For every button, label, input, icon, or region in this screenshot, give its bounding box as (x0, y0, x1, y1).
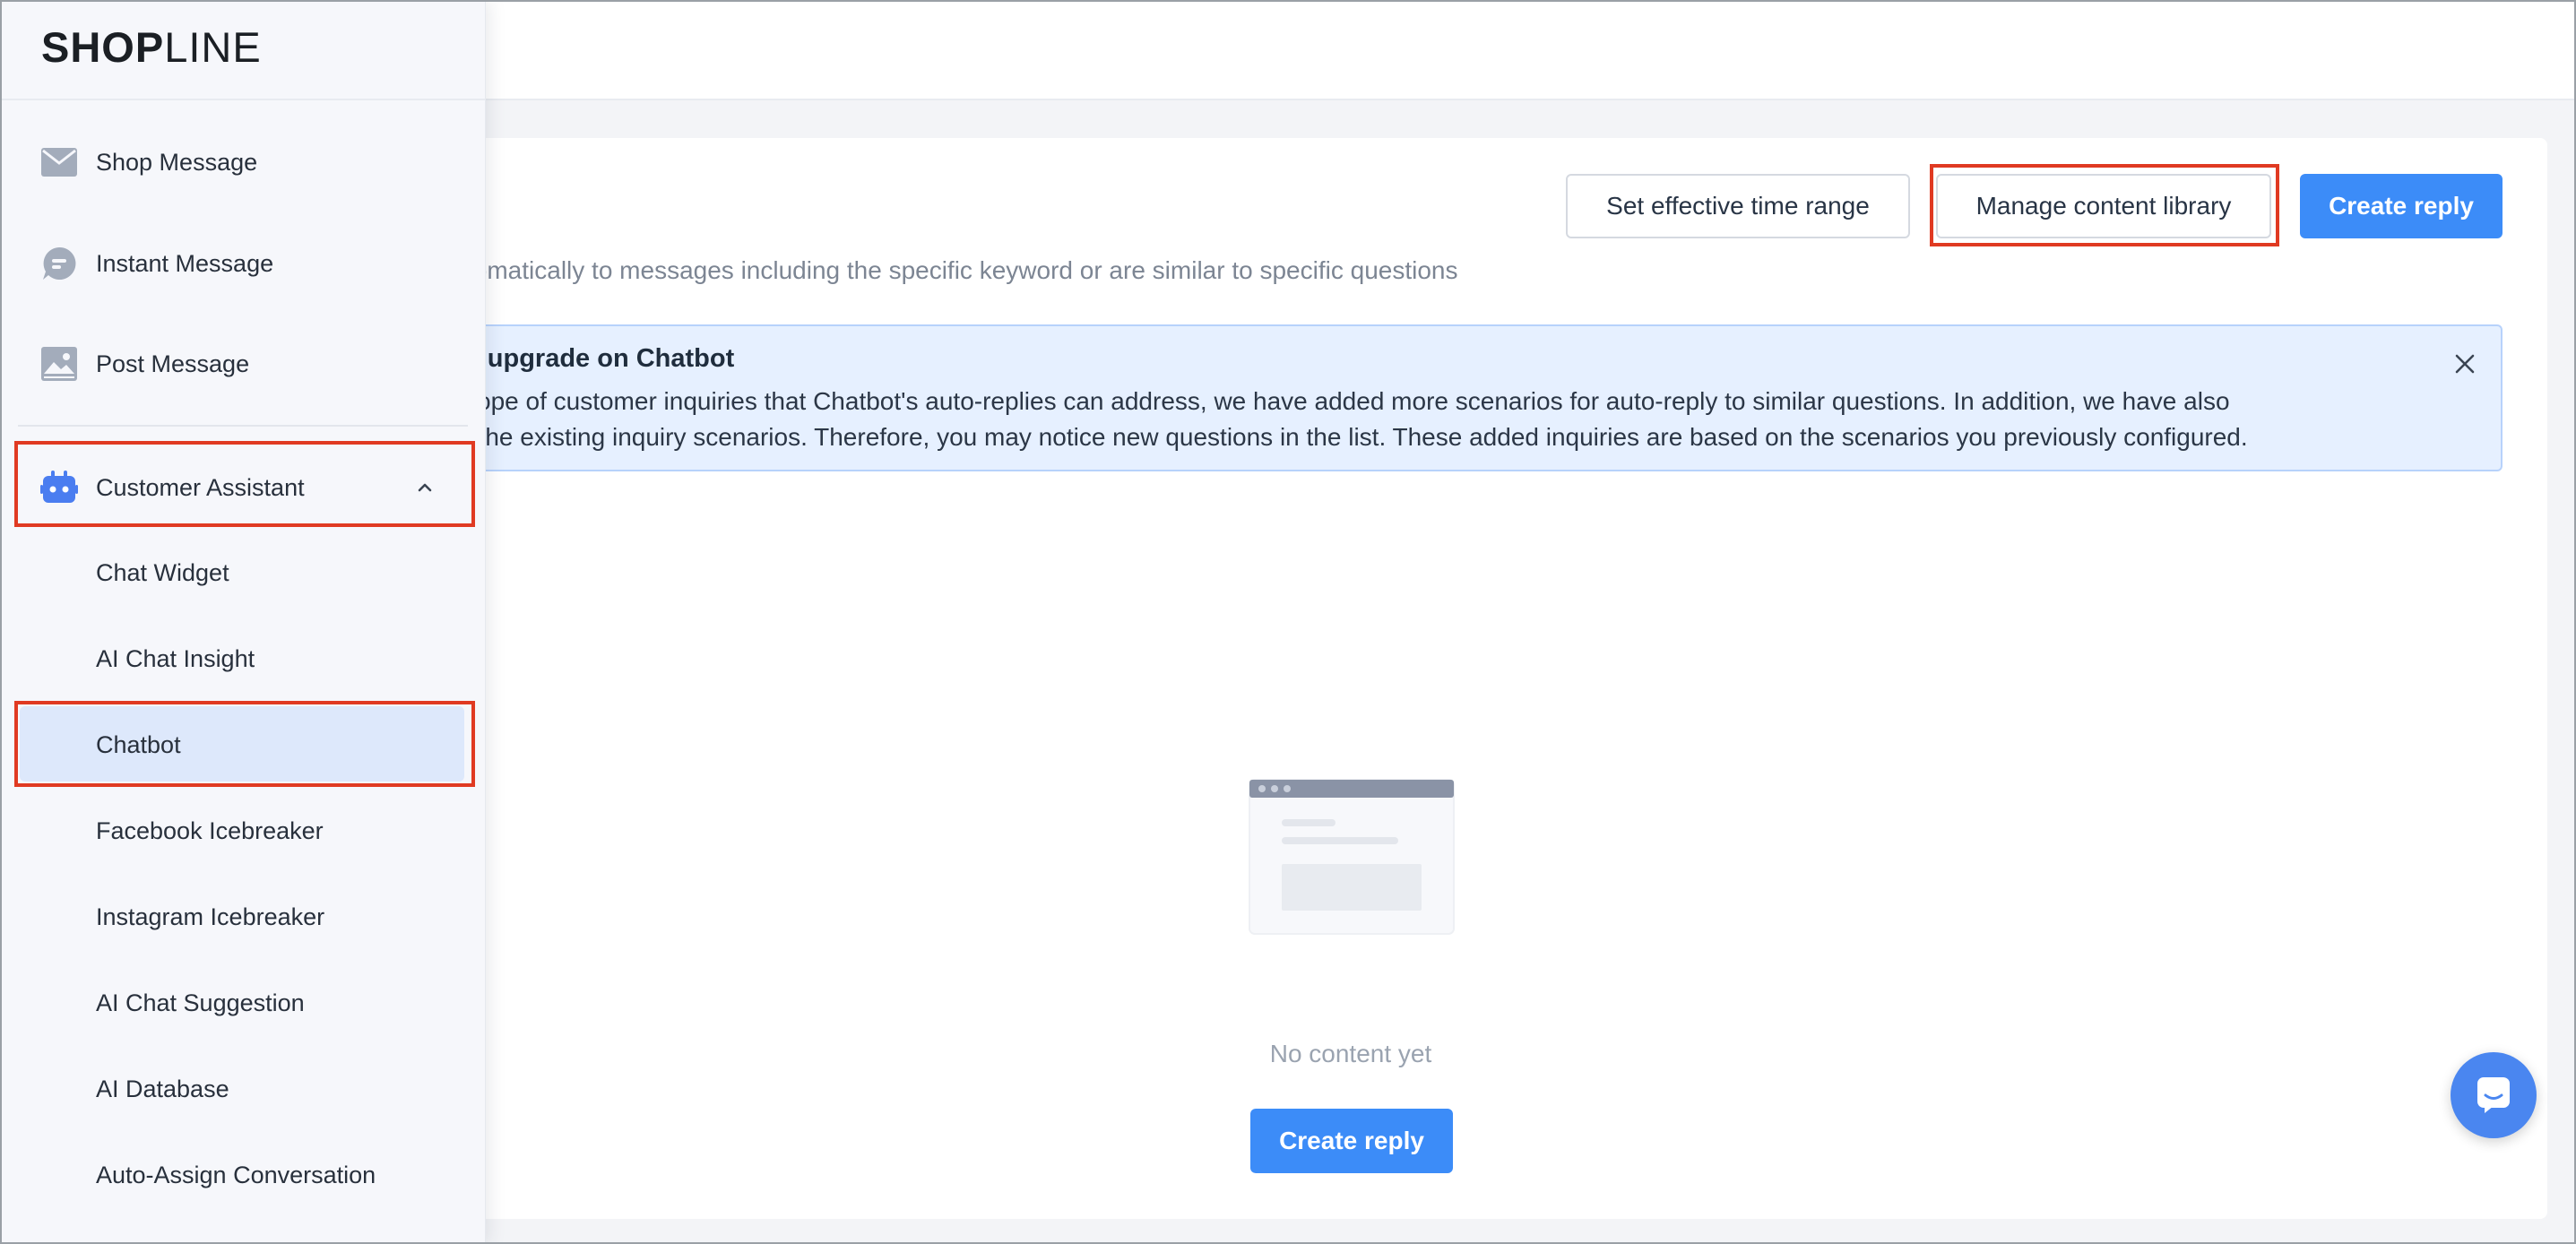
shopline-logo[interactable]: SHOP LINE (41, 23, 262, 71)
sidebar-subitem-label: AI Chat Insight (96, 645, 255, 672)
empty-state-text: No content yet (1269, 1040, 1432, 1067)
mail-icon (39, 143, 79, 182)
sidebar-subitem-label: Chat Widget (96, 559, 229, 586)
sidebar-subitem-label: AI Chat Suggestion (96, 989, 305, 1016)
sidebar-item-post-message[interactable]: Post Message (0, 328, 486, 400)
upgrade-notice: n upgrade on Chatbot cope of customer in… (412, 324, 2503, 471)
highlight-box-customer-assistant (14, 441, 475, 527)
sidebar-subitem-facebook-icebreaker[interactable]: Facebook Icebreaker (0, 794, 486, 866)
page-description: tomatically to messages including the sp… (466, 256, 1458, 284)
sidebar-item-label: Instant Message (96, 249, 274, 277)
sidebar-item-shop-message[interactable]: Shop Message (0, 126, 486, 198)
image-icon (39, 344, 79, 384)
sidebar-subitem-ai-database[interactable]: AI Database (0, 1052, 486, 1124)
highlight-box-chatbot (14, 701, 475, 787)
highlight-box-library (1930, 164, 2279, 246)
close-icon[interactable] (2445, 344, 2485, 384)
sidebar-subitem-instagram-icebreaker[interactable]: Instagram Icebreaker (0, 880, 486, 952)
empty-state-illustration (1248, 776, 1456, 937)
sidebar-subitem-auto-assign-conversation[interactable]: Auto-Assign Conversation (0, 1138, 486, 1210)
sidebar-subitem-chat-widget[interactable]: Chat Widget (0, 536, 486, 608)
sidebar-item-label: Post Message (96, 350, 250, 377)
sidebar-subitem-ai-chat-insight[interactable]: AI Chat Insight (0, 622, 486, 694)
notice-text-line-1: cope of customer inquiries that Chatbot'… (464, 387, 2230, 415)
sidebar-subitem-label: Instagram Icebreaker (96, 903, 325, 930)
notice-text-line-2: f the existing inquiry scenarios. Theref… (464, 423, 2248, 451)
sidebar: SHOP LINE Shop Message Instant Message Po… (0, 0, 486, 1244)
create-reply-button[interactable]: Create reply (2300, 174, 2503, 238)
sidebar-subitem-label: Auto-Assign Conversation (96, 1162, 376, 1188)
sidebar-subitem-label: AI Database (96, 1076, 229, 1102)
chat-bubble-icon (39, 244, 79, 283)
message-icon (2472, 1072, 2515, 1119)
sidebar-subitem-ai-chat-suggestion[interactable]: AI Chat Suggestion (0, 966, 486, 1038)
chat-launcher-button[interactable] (2451, 1052, 2537, 1138)
sidebar-subitem-label: Facebook Icebreaker (96, 817, 324, 844)
notice-title: n upgrade on Chatbot (464, 344, 735, 373)
sidebar-item-instant-message[interactable]: Instant Message (0, 228, 486, 299)
set-time-range-button[interactable]: Set effective time range (1566, 174, 1910, 238)
divider (18, 425, 468, 427)
divider (0, 99, 486, 100)
sidebar-item-label: Shop Message (96, 148, 258, 176)
create-reply-empty-button[interactable]: Create reply (1250, 1109, 1453, 1173)
